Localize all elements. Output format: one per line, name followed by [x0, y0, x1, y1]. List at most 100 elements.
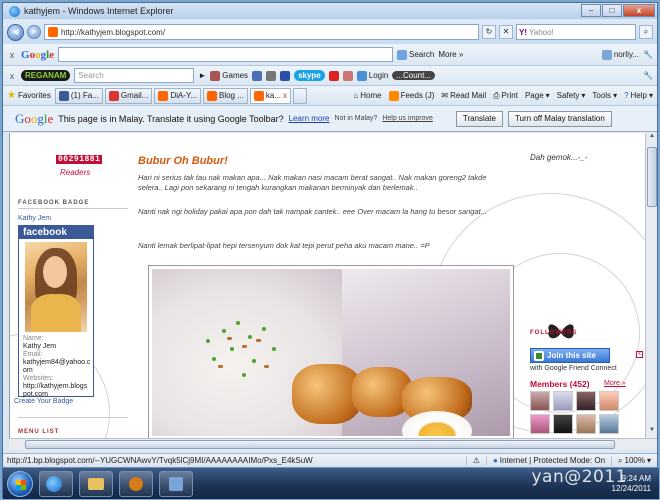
members-count: Members (452): [530, 379, 590, 389]
status-icons: ⚠: [465, 456, 486, 465]
read-mail-button[interactable]: ✉ Read Mail: [441, 91, 486, 100]
flag-icon[interactable]: [280, 70, 291, 81]
readers-label: Readers: [60, 168, 91, 177]
member-avatar[interactable]: [530, 391, 550, 411]
tab-blog[interactable]: Blog ...: [202, 87, 248, 104]
close-toolbar-icon-2[interactable]: x: [7, 71, 17, 81]
google-search-button[interactable]: Search: [397, 49, 435, 60]
scroll-down-icon[interactable]: ▼: [647, 427, 657, 438]
google-logo: Google: [21, 48, 55, 61]
wrench-icon[interactable]: 🔧: [643, 50, 653, 59]
new-tab-button[interactable]: [293, 87, 308, 104]
refresh-button[interactable]: ↻: [482, 25, 496, 39]
login-icon: [356, 70, 367, 81]
maximize-button[interactable]: □: [602, 4, 622, 17]
gmail-icon: [108, 90, 119, 101]
tab-facebook[interactable]: (1) Fa...: [54, 87, 103, 104]
horizontal-scroll-thumb[interactable]: [25, 440, 615, 449]
stop-button[interactable]: ✕: [499, 25, 513, 39]
forward-button[interactable]: ►: [27, 25, 41, 39]
close-toolbar-icon[interactable]: x: [7, 50, 17, 60]
reganam-go-icon[interactable]: ►: [198, 71, 206, 80]
login-button[interactable]: Login: [356, 70, 388, 81]
back-button[interactable]: ◄: [7, 23, 24, 41]
facebook-profile-link[interactable]: Kathy Jem: [18, 215, 51, 222]
facebook-badge[interactable]: facebook Name: Kathy Jem Email: kathyjem…: [18, 225, 94, 398]
taskbar-ie[interactable]: [39, 470, 73, 497]
post-paragraph: Nanti lemak berlipat-lipat hepi tersenyu…: [138, 241, 430, 250]
zoom-control[interactable]: ⌕ 100% ▾: [611, 455, 657, 466]
blogger-icon: [206, 90, 217, 101]
garnish: [222, 329, 226, 333]
search-go-icon[interactable]: ⌕: [639, 25, 653, 39]
member-avatar[interactable]: [599, 414, 619, 434]
join-site-button[interactable]: Join this site: [530, 348, 610, 363]
games-button[interactable]: Games: [210, 70, 248, 81]
fb-website: http://kathyjem.blogspot.com: [23, 383, 88, 398]
member-avatar[interactable]: [576, 414, 596, 434]
address-bar[interactable]: http://kathyjem.blogspot.com/: [44, 24, 479, 40]
facebook-badge-title: facebook: [19, 226, 93, 239]
yahoo-search-input[interactable]: Y! Yahoo!: [516, 24, 636, 40]
grid-icon[interactable]: [252, 70, 263, 81]
wrench-icon-2[interactable]: 🔧: [643, 71, 653, 80]
translate-button[interactable]: Translate: [455, 110, 503, 127]
print-button[interactable]: ⎙ Print: [493, 91, 518, 101]
translate-message: This page is in Malay. Translate it usin…: [58, 113, 284, 124]
post-photo[interactable]: [148, 265, 514, 438]
skype-icon[interactable]: skype: [294, 70, 325, 81]
taskbar-app[interactable]: [159, 470, 193, 497]
reganam-search-input[interactable]: Search: [74, 68, 195, 83]
close-widget-icon[interactable]: x: [636, 351, 643, 358]
google-search-label: Search: [409, 50, 435, 59]
page-menu[interactable]: Page ▾: [525, 91, 550, 100]
folder-icon: [88, 477, 104, 490]
member-avatar[interactable]: [553, 391, 573, 411]
home-button[interactable]: ⌂ Home: [353, 91, 381, 100]
google-user-menu[interactable]: norliy...: [601, 49, 639, 60]
tab-kathyjem[interactable]: ka... x: [249, 87, 292, 104]
page-label: Page: [524, 91, 544, 100]
member-avatar[interactable]: [576, 391, 596, 411]
tab-gmail[interactable]: Gmail...: [104, 87, 153, 104]
google-more-button[interactable]: More »: [438, 50, 463, 59]
media-icon: [129, 476, 143, 491]
post-title[interactable]: Bubur Oh Bubur!: [138, 155, 228, 167]
minimize-button[interactable]: –: [581, 4, 601, 17]
favorites-button[interactable]: ★ Favorites: [7, 90, 51, 101]
safety-menu[interactable]: Safety ▾: [557, 91, 586, 100]
vertical-scroll-thumb[interactable]: [647, 147, 657, 207]
turn-off-translation-button[interactable]: Turn off Malay translation: [507, 110, 612, 127]
media-player[interactable]: ...Count...: [392, 71, 436, 80]
google-translate-logo: Google: [15, 110, 54, 126]
help-menu[interactable]: ? Help ▾: [624, 91, 653, 100]
learn-more-link[interactable]: Learn more: [289, 114, 330, 123]
close-tab-icon[interactable]: x: [283, 91, 287, 100]
apps-icon[interactable]: [266, 70, 277, 81]
garnish: [264, 365, 269, 368]
tab-dia[interactable]: DiA-Y...: [154, 87, 201, 104]
taskbar-explorer[interactable]: [79, 470, 113, 497]
favorites-label: Favorites: [17, 91, 51, 100]
feeds-button[interactable]: Feeds (J): [388, 90, 434, 101]
member-avatar[interactable]: [530, 414, 550, 434]
zone-indicator[interactable]: ● Internet | Protected Mode: On: [485, 456, 611, 465]
scroll-up-icon[interactable]: ▲: [647, 133, 657, 144]
youtube-icon[interactable]: [328, 70, 339, 81]
mail-icon[interactable]: [342, 70, 353, 81]
ie-icon: [9, 5, 20, 17]
photo-dress: [31, 294, 81, 332]
member-avatar[interactable]: [553, 414, 573, 434]
taskbar-media[interactable]: [119, 470, 153, 497]
vertical-scrollbar[interactable]: ▲ ▼: [645, 133, 657, 438]
member-avatar[interactable]: [599, 391, 619, 411]
help-improve-link[interactable]: Help us improve: [382, 115, 433, 122]
tools-menu[interactable]: Tools ▾: [592, 91, 617, 100]
create-badge-link[interactable]: Create Your Badge: [14, 398, 73, 405]
safety-label: Safety: [556, 91, 580, 100]
start-button[interactable]: [7, 470, 33, 497]
google-search-input[interactable]: [58, 47, 394, 62]
more-members-link[interactable]: More »: [604, 380, 626, 387]
horizontal-scrollbar[interactable]: [9, 438, 657, 450]
close-button[interactable]: x: [623, 4, 655, 17]
